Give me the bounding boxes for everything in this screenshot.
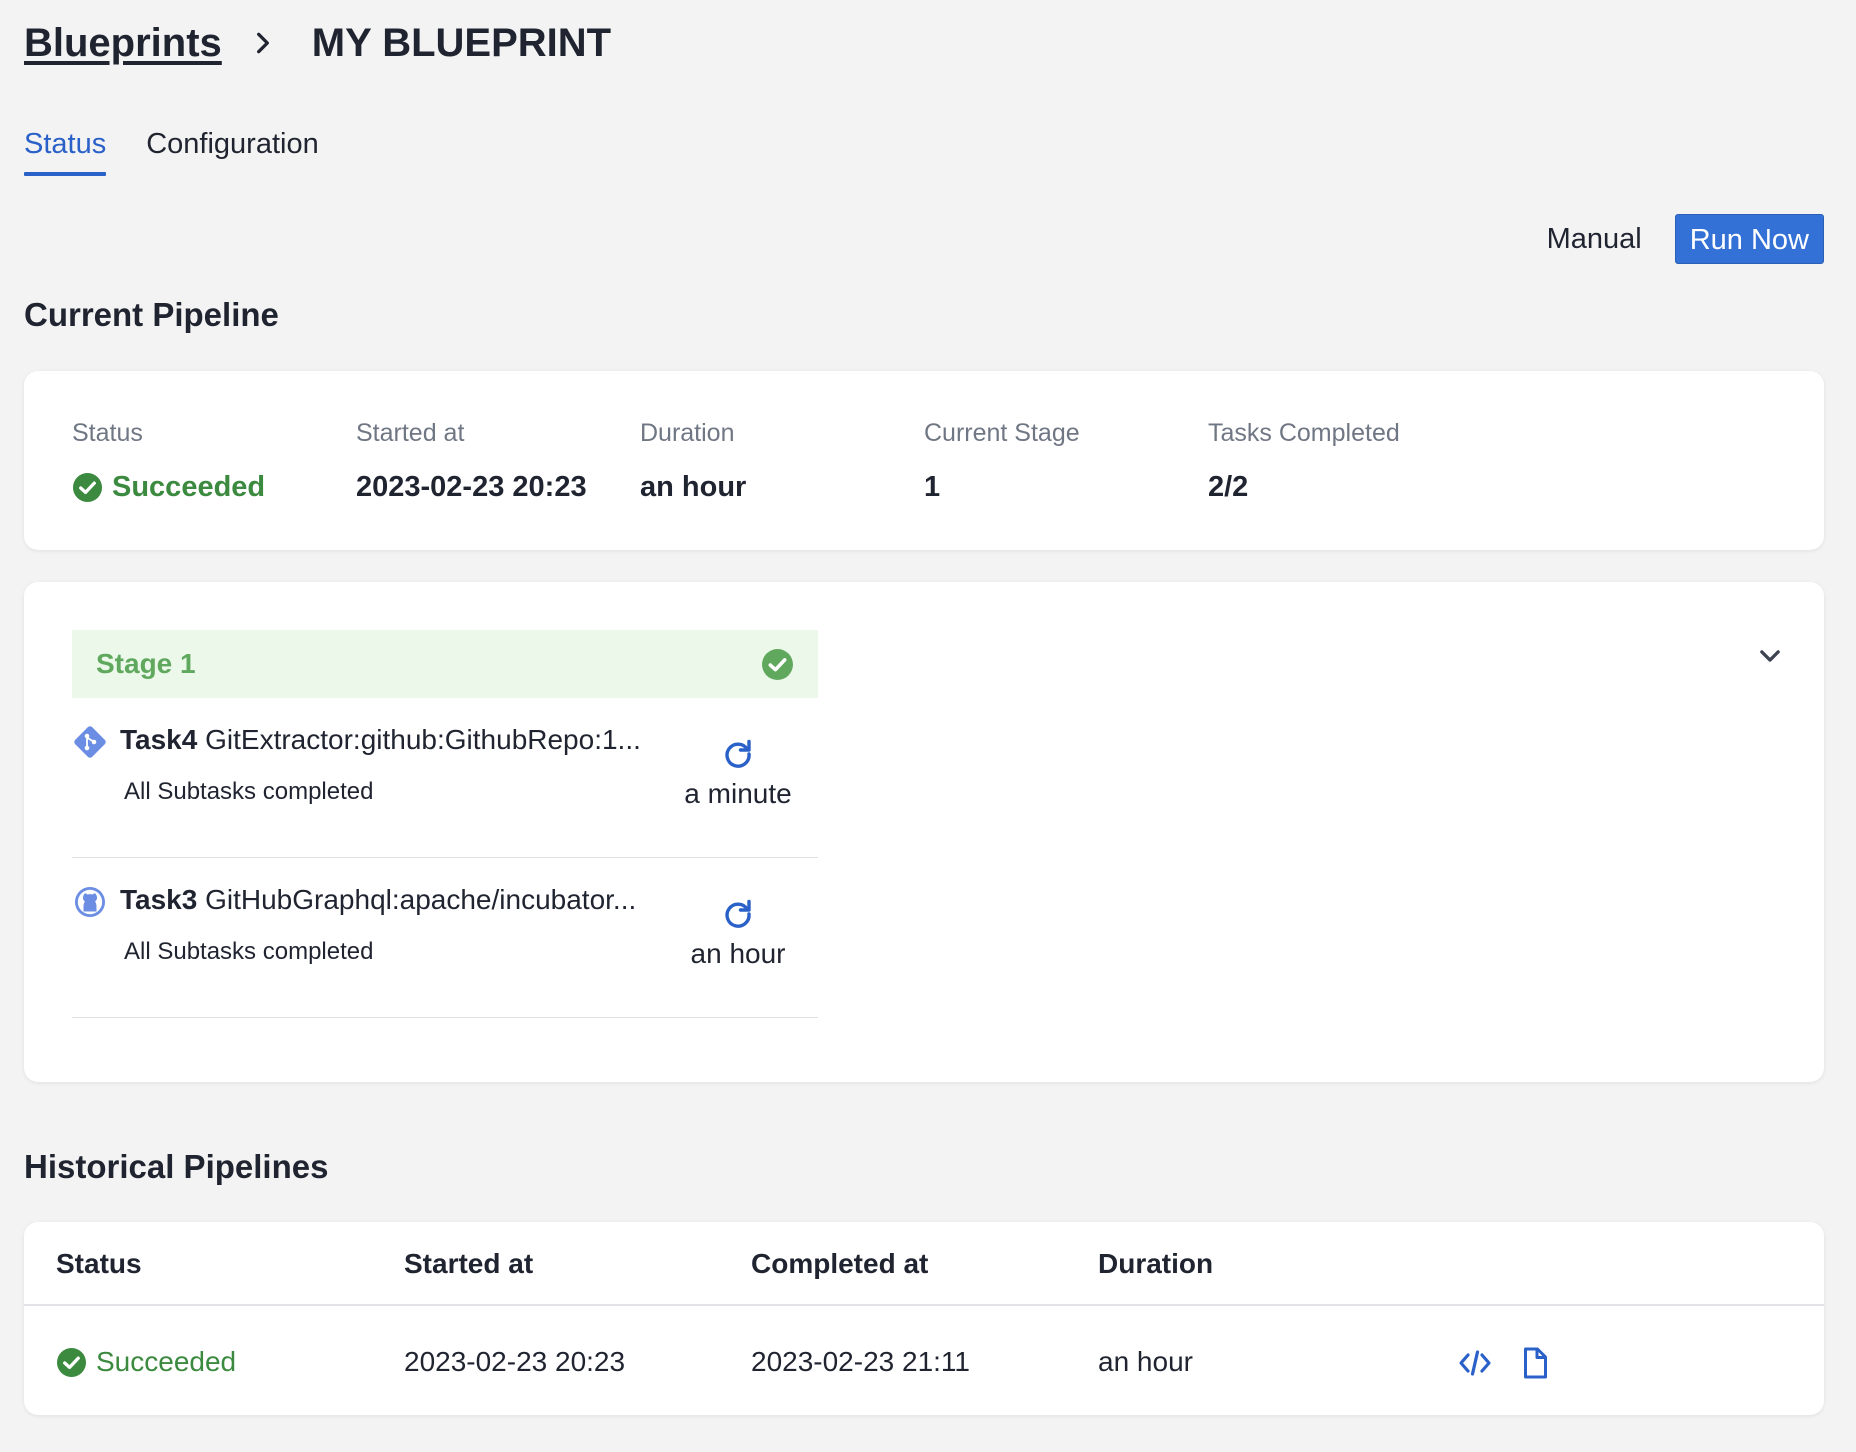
summary-stage: Current Stage 1 <box>924 419 1080 505</box>
task-status-text: All Subtasks completed <box>124 778 374 805</box>
chevron-right-icon <box>250 30 276 56</box>
summary-duration-label: Duration <box>640 419 735 447</box>
summary-tasks-label: Tasks Completed <box>1208 419 1400 447</box>
breadcrumb: Blueprints MY BLUEPRINT <box>24 18 611 68</box>
summary-duration: Duration an hour <box>640 419 746 505</box>
github-icon <box>72 884 108 920</box>
check-circle-icon <box>56 1347 87 1378</box>
row-started: 2023-02-23 20:23 <box>404 1346 626 1377</box>
row-status: Succeeded <box>56 1344 236 1380</box>
summary-status: Status Succeeded <box>72 419 265 505</box>
task-name: Task3 GitHubGraphql:apache/incubator... <box>120 884 680 920</box>
tab-configuration[interactable]: Configuration <box>146 122 319 176</box>
task-duration: a minute <box>684 778 792 809</box>
summary-stage-label: Current Stage <box>924 419 1080 447</box>
current-pipeline-summary: Status Succeeded Started at 2023-02-23 2… <box>24 371 1824 550</box>
task-plugin: GitExtractor:github:GithubRepo:1... <box>205 724 641 755</box>
check-circle-icon <box>761 648 794 681</box>
rerun-icon[interactable] <box>720 736 756 772</box>
document-icon[interactable] <box>1518 1346 1552 1380</box>
current-pipeline-title: Current Pipeline <box>24 296 279 333</box>
row-completed: 2023-02-23 21:11 <box>751 1346 970 1377</box>
task-name: Task4 GitExtractor:github:GithubRepo:1..… <box>120 724 680 760</box>
summary-status-text: Succeeded <box>112 470 266 503</box>
task-id: Task4 <box>120 724 198 755</box>
task-duration: an hour <box>690 938 786 969</box>
stage-header: Stage 1 <box>72 630 818 698</box>
sync-mode-label: Manual <box>1546 222 1642 255</box>
summary-started-label: Started at <box>356 419 465 447</box>
historical-pipelines-table: Status Started at Completed at Duration … <box>24 1222 1824 1415</box>
tab-status[interactable]: Status <box>24 122 107 176</box>
rerun-icon[interactable] <box>720 896 756 932</box>
page: Blueprints MY BLUEPRINT Status Configura… <box>0 0 1856 1452</box>
column-header-started: Started at <box>404 1248 534 1279</box>
tab-bar: Status Configuration <box>24 122 359 176</box>
column-header-duration: Duration <box>1098 1248 1214 1279</box>
row-duration: an hour <box>1098 1346 1193 1377</box>
breadcrumb-blueprints-link[interactable]: Blueprints <box>24 21 222 66</box>
summary-started-value: 2023-02-23 20:23 <box>356 470 587 503</box>
chevron-down-icon[interactable] <box>1756 642 1784 670</box>
column-header-completed: Completed at <box>751 1248 929 1279</box>
code-icon[interactable] <box>1458 1346 1492 1380</box>
pipeline-stages: Stage 1 Task4 GitExtractor:github:Github… <box>24 582 1824 1082</box>
task-plugin: GitHubGraphql:apache/incubator... <box>205 884 637 915</box>
summary-status-label: Status <box>72 419 143 447</box>
historical-pipelines-title: Historical Pipelines <box>24 1148 329 1185</box>
check-circle-icon <box>72 472 103 503</box>
task-row: Task4 GitExtractor:github:GithubRepo:1..… <box>72 698 818 858</box>
summary-tasks: Tasks Completed 2/2 <box>1208 419 1400 505</box>
run-now-button[interactable]: Run Now <box>1674 214 1824 264</box>
summary-stage-value: 1 <box>924 470 941 503</box>
git-icon <box>72 724 108 760</box>
summary-started: Started at 2023-02-23 20:23 <box>356 419 587 505</box>
table-header: Status Started at Completed at Duration <box>24 1222 1824 1306</box>
stage-title: Stage 1 <box>96 648 196 679</box>
row-status-text: Succeeded <box>96 1346 237 1377</box>
pipeline-actions: Manual Run Now <box>1547 214 1824 264</box>
summary-tasks-value: 2/2 <box>1208 470 1249 503</box>
summary-status-value: Succeeded <box>72 469 265 505</box>
task-status-text: All Subtasks completed <box>124 938 374 965</box>
page-title: MY BLUEPRINT <box>311 20 612 65</box>
task-row: Task3 GitHubGraphql:apache/incubator... … <box>72 858 818 1018</box>
task-id: Task3 <box>120 884 198 915</box>
summary-duration-value: an hour <box>640 470 747 503</box>
column-header-status: Status <box>56 1248 142 1279</box>
